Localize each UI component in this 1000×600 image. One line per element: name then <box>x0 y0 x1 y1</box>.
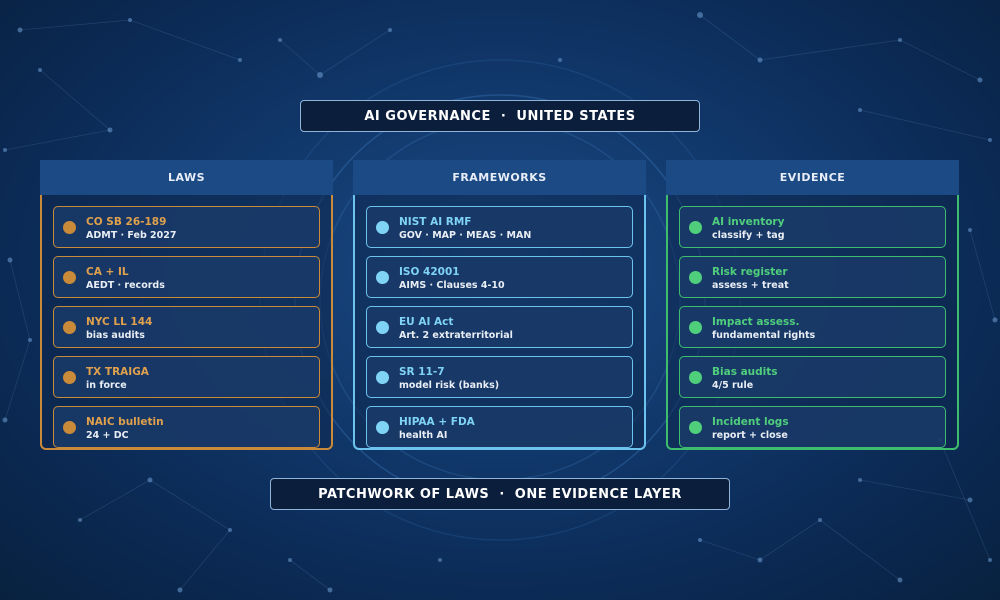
item-subtitle: 4/5 rule <box>712 380 754 391</box>
status-dot-icon <box>689 221 702 234</box>
list-item: NYC LL 144 bias audits <box>53 306 320 348</box>
list-item: NIST AI RMF GOV · MAP · MEAS · MAN <box>366 206 633 248</box>
list-item: TX TRAIGA in force <box>53 356 320 398</box>
list-item: Risk register assess + treat <box>679 256 946 298</box>
item-subtitle: GOV · MAP · MEAS · MAN <box>399 230 532 241</box>
item-title: HIPAA + FDA <box>399 416 475 428</box>
status-dot-icon <box>689 421 702 434</box>
item-subtitle: ADMT · Feb 2027 <box>86 230 177 241</box>
status-dot-icon <box>689 271 702 284</box>
status-dot-icon <box>689 321 702 334</box>
status-dot-icon <box>376 421 389 434</box>
item-title: Risk register <box>712 266 788 278</box>
list-item: CO SB 26-189 ADMT · Feb 2027 <box>53 206 320 248</box>
item-subtitle: 24 + DC <box>86 430 129 441</box>
status-dot-icon <box>689 371 702 384</box>
frameworks-column: FRAMEWORKS NIST AI RMF GOV · MAP · MEAS … <box>353 160 646 450</box>
item-subtitle: model risk (banks) <box>399 380 500 391</box>
list-item: AI inventory classify + tag <box>679 206 946 248</box>
item-title: NIST AI RMF <box>399 216 472 228</box>
item-subtitle: fundamental rights <box>712 330 816 341</box>
status-dot-icon <box>376 321 389 334</box>
item-subtitle: Art. 2 extraterritorial <box>399 330 513 341</box>
item-title: Bias audits <box>712 366 778 378</box>
item-subtitle: classify + tag <box>712 230 785 241</box>
item-title: Impact assess. <box>712 316 800 328</box>
evidence-column: EVIDENCE AI inventory classify + tag Ris… <box>666 160 959 450</box>
laws-column: LAWS CO SB 26-189 ADMT · Feb 2027 CA + I… <box>40 160 333 450</box>
frameworks-header: FRAMEWORKS <box>353 160 646 195</box>
list-item: Bias audits 4/5 rule <box>679 356 946 398</box>
list-item: Impact assess. fundamental rights <box>679 306 946 348</box>
status-dot-icon <box>63 421 76 434</box>
item-title: EU AI Act <box>399 316 454 328</box>
item-title: NAIC bulletin <box>86 416 164 428</box>
item-subtitle: health AI <box>399 430 448 441</box>
status-dot-icon <box>63 221 76 234</box>
item-subtitle: assess + treat <box>712 280 789 291</box>
status-dot-icon <box>376 221 389 234</box>
status-dot-icon <box>63 271 76 284</box>
item-title: Incident logs <box>712 416 789 428</box>
item-title: CO SB 26-189 <box>86 216 167 228</box>
list-item: Incident logs report + close <box>679 406 946 448</box>
status-dot-icon <box>376 371 389 384</box>
item-subtitle: AIMS · Clauses 4-10 <box>399 280 505 291</box>
title-banner: AI GOVERNANCE · UNITED STATES <box>300 100 700 132</box>
item-subtitle: in force <box>86 380 127 391</box>
item-title: CA + IL <box>86 266 129 278</box>
status-dot-icon <box>63 371 76 384</box>
footer-banner: PATCHWORK OF LAWS · ONE EVIDENCE LAYER <box>270 478 730 510</box>
evidence-header: EVIDENCE <box>666 160 959 195</box>
status-dot-icon <box>63 321 76 334</box>
list-item: HIPAA + FDA health AI <box>366 406 633 448</box>
laws-header: LAWS <box>40 160 333 195</box>
item-title: AI inventory <box>712 216 785 228</box>
list-item: SR 11-7 model risk (banks) <box>366 356 633 398</box>
list-item: NAIC bulletin 24 + DC <box>53 406 320 448</box>
item-title: NYC LL 144 <box>86 316 153 328</box>
item-subtitle: report + close <box>712 430 788 441</box>
item-subtitle: bias audits <box>86 330 145 341</box>
list-item: CA + IL AEDT · records <box>53 256 320 298</box>
item-title: TX TRAIGA <box>86 366 149 378</box>
list-item: ISO 42001 AIMS · Clauses 4-10 <box>366 256 633 298</box>
status-dot-icon <box>376 271 389 284</box>
list-item: EU AI Act Art. 2 extraterritorial <box>366 306 633 348</box>
item-subtitle: AEDT · records <box>86 280 165 291</box>
item-title: ISO 42001 <box>399 266 460 278</box>
item-title: SR 11-7 <box>399 366 445 378</box>
